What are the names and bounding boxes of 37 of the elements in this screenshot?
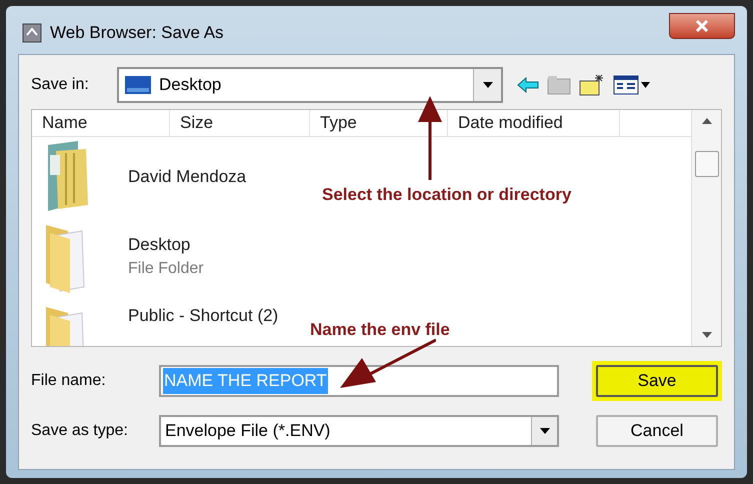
- scroll-up-icon: [702, 118, 712, 124]
- close-button[interactable]: [669, 13, 735, 39]
- scroll-down-icon: [702, 332, 712, 338]
- dropdown-button[interactable]: [531, 417, 557, 445]
- file-name-label: File name:: [31, 371, 107, 391]
- save-in-label: Save in:: [31, 75, 90, 95]
- caret-icon: [540, 428, 550, 434]
- column-header[interactable]: Date modified: [448, 110, 620, 136]
- dialog-button[interactable]: Save: [596, 365, 718, 397]
- column-header[interactable]: Size: [170, 110, 310, 136]
- close-icon: [695, 20, 709, 32]
- annotation-text: Name the env file: [310, 319, 450, 341]
- save-in-value: Desktop: [159, 74, 222, 96]
- item-type: File Folder: [128, 259, 204, 280]
- annotation-text: Select the location or directory: [322, 184, 572, 206]
- column-header[interactable]: Name: [32, 110, 170, 136]
- window-title: Web Browser: Save As: [50, 22, 224, 44]
- caret-icon: [482, 82, 492, 88]
- item-name: Desktop: [128, 234, 192, 256]
- item-name: Public - Shortcut (2): [128, 304, 278, 326]
- save-as-type-value: Envelope File (*.ENV): [165, 420, 332, 442]
- item-name: David Mendoza: [128, 166, 246, 188]
- list-view-icon: [613, 75, 639, 95]
- dialog-button[interactable]: Cancel: [596, 415, 718, 447]
- app-icon: [22, 23, 42, 43]
- new-folder-icon[interactable]: [579, 74, 605, 96]
- scrollbar[interactable]: [691, 110, 721, 346]
- save-as-type-dropdown[interactable]: Envelope File (*.ENV): [159, 415, 559, 447]
- save-in-dropdown[interactable]: Desktop: [117, 67, 503, 103]
- save-as-type-label: Save as type:: [31, 421, 129, 441]
- back-arrow-icon[interactable]: [517, 77, 539, 93]
- view-menu-button[interactable]: [613, 75, 650, 95]
- desktop-icon: [125, 76, 151, 94]
- scroll-thumb[interactable]: [694, 151, 718, 177]
- dropdown-button[interactable]: [473, 69, 501, 101]
- file-name-value: NAME THE REPORT: [163, 368, 328, 394]
- caret-icon: [641, 82, 650, 88]
